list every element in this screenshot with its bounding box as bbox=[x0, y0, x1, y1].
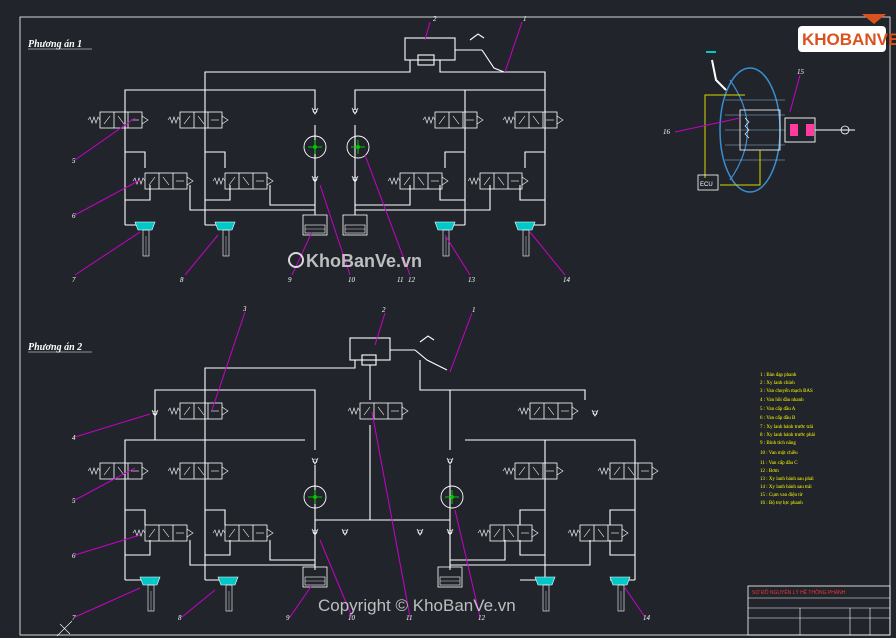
house-roof-icon bbox=[862, 14, 886, 24]
v2-callout-5: 5 bbox=[72, 497, 76, 505]
svg-text:KhoBanVe.vn: KhoBanVe.vn bbox=[306, 251, 422, 271]
legend-item: 10 : Van một chiều bbox=[760, 451, 798, 456]
legend: 1 : Bàn đạp phanh 2 : Xy lanh chính 3 : … bbox=[760, 373, 816, 506]
variant-1-leaders bbox=[74, 21, 566, 276]
cad-drawing-canvas: Phương án 1 2 1 5 6 7 8 9 10 11 12 13 14… bbox=[0, 0, 896, 638]
v2-callout-1: 1 bbox=[472, 306, 476, 314]
v1-callout-8: 8 bbox=[180, 276, 184, 284]
v2-callout-6: 6 bbox=[72, 552, 76, 560]
v1-callout-11: 11 bbox=[397, 276, 403, 284]
legend-item: 8 : Xy lanh bánh trước phải bbox=[760, 433, 816, 438]
legend-item: 16 : Bộ trợ lực phanh bbox=[760, 501, 803, 506]
location-pin-icon bbox=[288, 252, 304, 268]
variant-1-callout-numbers: 2 1 5 6 7 8 9 10 11 12 13 14 bbox=[72, 15, 571, 284]
v2-callout-12: 12 bbox=[478, 614, 486, 622]
booster-callout-16: 16 bbox=[663, 128, 671, 136]
legend-item: 11 : Van cấp dầu C bbox=[760, 461, 798, 466]
v1-callout-10: 10 bbox=[348, 276, 356, 284]
v2-callout-14: 14 bbox=[643, 614, 651, 622]
legend-item: 9 : Bình tích năng bbox=[760, 441, 796, 446]
legend-item: 15 : Cụm van điện từ bbox=[760, 493, 803, 498]
v2-callout-3: 3 bbox=[242, 305, 247, 313]
v1-callout-6: 6 bbox=[72, 212, 76, 220]
legend-item: 14 : Xy lanh bánh sau trái bbox=[760, 485, 812, 490]
v1-callout-9: 9 bbox=[288, 276, 292, 284]
v2-callout-7: 7 bbox=[72, 614, 76, 622]
watermark-center: KhoBanVe.vn bbox=[288, 251, 422, 271]
v1-callout-1: 1 bbox=[523, 15, 527, 23]
khobanve-logo: KHOBANVE bbox=[798, 14, 896, 52]
legend-item: 13 : Xy lanh bánh sau phải bbox=[760, 477, 814, 482]
svg-text:KHOBANVE: KHOBANVE bbox=[802, 30, 896, 49]
legend-item: 5 : Van cấp dầu A bbox=[760, 407, 796, 412]
legend-item: 2 : Xy lanh chính bbox=[760, 381, 795, 386]
v2-callout-8: 8 bbox=[178, 614, 182, 622]
v2-callout-2: 2 bbox=[382, 306, 386, 314]
variant-2-leaders bbox=[74, 311, 646, 618]
v1-callout-2: 2 bbox=[433, 15, 437, 23]
legend-item: 3 : Van chuyển mạch BAS bbox=[760, 388, 813, 394]
v2-callout-11: 11 bbox=[406, 614, 412, 622]
v2-callout-10: 10 bbox=[348, 614, 356, 622]
title-block-heading: SƠ ĐỒ NGUYÊN LÝ HỆ THỐNG PHANH bbox=[752, 588, 846, 596]
legend-item: 12 : Bơm bbox=[760, 469, 779, 474]
v1-callout-13: 13 bbox=[468, 276, 476, 284]
v1-callout-7: 7 bbox=[72, 276, 76, 284]
variant-1-title: Phương án 1 bbox=[28, 39, 82, 50]
booster-callout-15: 15 bbox=[797, 68, 805, 76]
legend-item: 1 : Bàn đạp phanh bbox=[760, 373, 797, 378]
brake-system-schematic: Phương án 1 2 1 5 6 7 8 9 10 11 12 13 14… bbox=[19, 14, 896, 637]
legend-item: 4 : Van hồi dầu nhanh bbox=[760, 398, 804, 403]
v1-callout-12: 12 bbox=[408, 276, 416, 284]
v2-callout-9: 9 bbox=[286, 614, 290, 622]
watermark-copyright: Copyright © KhoBanVe.vn bbox=[318, 596, 516, 615]
legend-item: 7 : Xy lanh bánh trước trái bbox=[760, 425, 814, 430]
title-block: SƠ ĐỒ NGUYÊN LÝ HỆ THỐNG PHANH bbox=[747, 585, 891, 636]
variant-2-circuit bbox=[124, 335, 636, 581]
variant-2-title: Phương án 2 bbox=[28, 342, 82, 353]
v1-callout-14: 14 bbox=[563, 276, 571, 284]
v2-callout-4: 4 bbox=[72, 434, 76, 442]
variant-2-callout-numbers: 3 2 1 4 5 6 7 8 9 10 11 12 14 bbox=[72, 305, 651, 622]
brake-booster-detail: ECU 15 16 bbox=[663, 51, 855, 193]
v1-callout-5: 5 bbox=[72, 157, 76, 165]
legend-item: 6 : Van cấp dầu B bbox=[760, 416, 796, 421]
variant-1-circuit bbox=[124, 33, 546, 226]
ecu-label: ECU bbox=[700, 182, 713, 188]
